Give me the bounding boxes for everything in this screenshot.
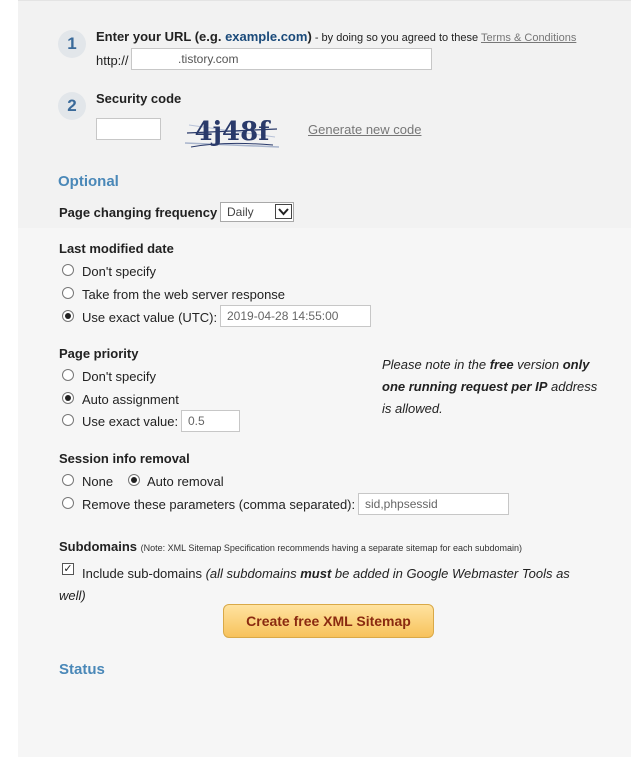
session-params-input[interactable]: sid,phpsessid	[358, 493, 509, 515]
free-version-note: Please note in the free version only one…	[382, 354, 610, 420]
generate-code-link[interactable]: Generate new code	[308, 122, 421, 137]
url-label: Enter your URL (e.g. example.com) - by d…	[96, 29, 576, 44]
priority-option-0: Don't specify	[82, 369, 157, 384]
note-part-3: version	[513, 357, 563, 372]
subdomains-header: Subdomains (Note: XML Sitemap Specificat…	[59, 539, 522, 554]
include-subdomains-note-b: must	[300, 566, 332, 581]
priority-option-1: Auto assignment	[82, 392, 179, 407]
last-modified-option-0: Don't specify	[82, 264, 157, 279]
last-modified-dont-specify-radio[interactable]	[62, 264, 74, 276]
include-subdomains-text: Include sub-domains	[82, 566, 202, 581]
note-part-1: Please note in the	[382, 357, 490, 372]
last-modified-heading: Last modified date	[59, 241, 174, 256]
session-remove-params-radio[interactable]	[62, 497, 74, 509]
page-priority-heading: Page priority	[59, 346, 139, 361]
note-part-2: free	[489, 357, 514, 372]
security-code-label: Security code	[96, 91, 182, 106]
priority-dont-specify-radio[interactable]	[62, 369, 74, 381]
session-option-0: None	[82, 474, 114, 489]
url-redacted	[138, 52, 178, 66]
last-modified-date-input[interactable]: 2019-04-28 14:55:00	[220, 305, 371, 327]
frequency-label: Page changing frequency	[59, 205, 218, 220]
priority-value-input[interactable]: 0.5	[181, 410, 240, 432]
session-none-radio[interactable]	[62, 474, 74, 486]
priority-option-2: Use exact value:	[82, 414, 179, 429]
last-modified-date-value: 2019-04-28 14:55:00	[227, 309, 339, 323]
url-label-prefix: Enter your URL (e.g.	[96, 29, 226, 44]
last-modified-exact-value-radio[interactable]	[62, 310, 74, 322]
session-option-1: Auto removal	[147, 474, 224, 489]
chevron-down-icon	[275, 204, 292, 219]
subdomains-note: (Note: XML Sitemap Specification recomme…	[140, 543, 522, 553]
status-heading: Status	[59, 661, 105, 678]
terms-link[interactable]: Terms & Conditions	[481, 32, 576, 44]
url-input-value: .tistory.com	[178, 52, 239, 66]
session-option-2: Remove these parameters (comma separated…	[82, 497, 356, 512]
last-modified-server-response-radio[interactable]	[62, 287, 74, 299]
optional-heading: Optional	[58, 173, 119, 190]
last-modified-option-2: Use exact value (UTC):	[82, 310, 218, 325]
session-auto-removal-radio[interactable]	[128, 474, 140, 486]
frequency-select[interactable]: Daily	[220, 202, 294, 222]
agree-text: - by doing so you agreed to these	[311, 32, 481, 44]
security-code-input[interactable]	[96, 118, 161, 140]
captcha-image: 4j48f	[184, 111, 280, 151]
include-subdomains-label: Include sub-domains (all subdomains must…	[59, 563, 589, 607]
url-input[interactable]: .tistory.com	[131, 48, 432, 70]
session-params-value: sid,phpsessid	[365, 497, 438, 511]
priority-exact-value-radio[interactable]	[62, 414, 74, 426]
subdomains-heading: Subdomains	[59, 539, 138, 554]
include-subdomains-note-a: (all subdomains	[205, 566, 301, 581]
step-2-badge: 2	[58, 92, 86, 120]
url-example: example.com	[225, 29, 308, 44]
protocol-label: http://	[96, 53, 129, 68]
step-1-badge: 1	[58, 30, 86, 58]
priority-value: 0.5	[188, 414, 205, 428]
last-modified-option-1: Take from the web server response	[82, 287, 286, 302]
priority-auto-assignment-radio[interactable]	[62, 392, 74, 404]
session-removal-heading: Session info removal	[59, 451, 190, 466]
frequency-value: Daily	[227, 205, 254, 219]
create-sitemap-button[interactable]: Create free XML Sitemap	[223, 604, 434, 638]
